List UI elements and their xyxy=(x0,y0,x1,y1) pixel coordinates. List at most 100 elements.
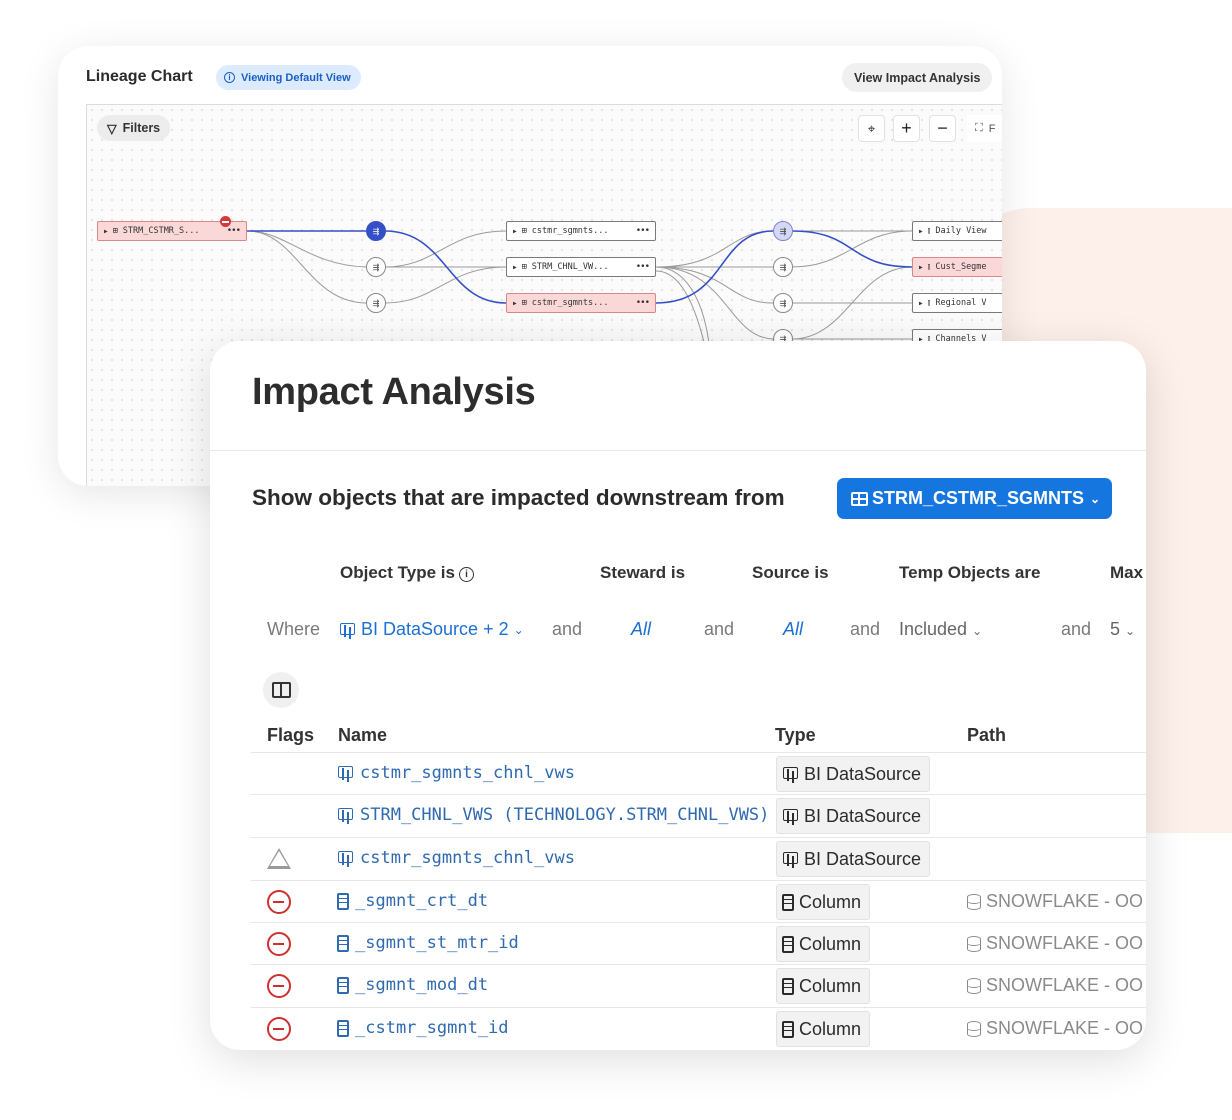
temp-objects-dropdown[interactable]: Included ⌄ xyxy=(899,619,982,640)
source-dropdown[interactable]: All xyxy=(783,619,803,640)
type-chip: BI DataSource xyxy=(776,798,931,834)
column-icon xyxy=(782,935,794,953)
type-chip: Column xyxy=(776,884,871,920)
table-header-path[interactable]: Path xyxy=(967,725,1006,746)
column-layout-button[interactable] xyxy=(263,672,299,708)
column-icon xyxy=(782,893,794,911)
process-node-4[interactable]: ⇶ xyxy=(773,221,793,241)
table-row[interactable]: _cstmr_sgmnt_id Column SNOWFLAKE - OO xyxy=(251,1007,1146,1049)
table-header-type[interactable]: Type xyxy=(775,725,816,746)
table-row[interactable]: _sgmnt_mod_dt Column SNOWFLAKE - OO xyxy=(251,964,1146,1006)
recenter-button[interactable]: ⌖ xyxy=(858,115,885,142)
zoom-in-button[interactable]: + xyxy=(893,115,920,142)
column-icon xyxy=(337,934,349,952)
viewing-default-view-pill[interactable]: i Viewing Default View xyxy=(216,65,361,90)
columns-icon xyxy=(271,682,291,698)
more-icon[interactable]: ••• xyxy=(227,226,241,236)
column-icon xyxy=(782,977,794,995)
column-icon xyxy=(337,892,349,910)
caret-right-icon: ▶ xyxy=(919,263,923,271)
lineage-node-out-3[interactable]: ▶ ⫾ Regional V xyxy=(912,293,1002,313)
filter-and-label: and xyxy=(552,619,583,639)
warning-icon xyxy=(267,848,291,869)
object-name-link[interactable]: _cstmr_sgmnt_id xyxy=(337,1018,771,1038)
node-label: STRM_CSTMR_S... xyxy=(122,226,200,236)
process-node-3[interactable]: ⇶ xyxy=(366,293,386,313)
bi-datasource-icon xyxy=(337,850,354,866)
process-node-2[interactable]: ⇶ xyxy=(366,257,386,277)
chevron-down-icon: ⌄ xyxy=(513,622,524,637)
table-row[interactable]: cstmr_sgmnts_chnl_vws BI DataSource xyxy=(251,837,1146,879)
object-name: _sgmnt_st_mtr_id xyxy=(355,933,519,953)
node-label: cstmr_sgmnts... xyxy=(531,298,609,308)
database-icon xyxy=(967,893,981,910)
temp-objects-value: Included xyxy=(899,619,968,639)
filter-header-label: Object Type is xyxy=(340,563,455,582)
process-node-5[interactable]: ⇶ xyxy=(773,257,793,277)
datasource-icon: ⊞ xyxy=(521,298,527,308)
lineage-node-out-1[interactable]: ▶ ⫾ Daily View xyxy=(912,221,1002,241)
fullscreen-button[interactable]: ⛶ F xyxy=(967,115,1002,142)
view-impact-analysis-button[interactable]: View Impact Analysis xyxy=(842,63,993,92)
filter-and-label: and xyxy=(1061,619,1092,639)
object-name-link[interactable]: _sgmnt_crt_dt xyxy=(337,891,771,911)
lineage-node-out-2[interactable]: ▶ ⫾ Cust_Segme xyxy=(912,257,1002,277)
max-depth-value: 5 xyxy=(1110,619,1121,639)
view-pill-label: Viewing Default View xyxy=(241,71,351,84)
filters-button[interactable]: ▽ Filters xyxy=(97,115,171,141)
node-label: Cust_Segme xyxy=(935,262,987,272)
lineage-node-mid-2[interactable]: ▶ ⊞ STRM_CHNL_VW... ••• xyxy=(506,257,656,277)
steward-dropdown[interactable]: All xyxy=(631,619,651,640)
table-row[interactable]: _sgmnt_st_mtr_id Column SNOWFLAKE - OO xyxy=(251,922,1146,964)
object-name-link[interactable]: cstmr_sgmnts_chnl_vws xyxy=(337,763,771,783)
impact-title: Impact Analysis xyxy=(252,371,536,413)
object-name: STRM_CHNL_VWS (TECHNOLOGY.STRM_CHNL_VWS) xyxy=(360,805,770,825)
caret-right-icon: ▶ xyxy=(513,299,517,307)
caret-right-icon: ▶ xyxy=(513,227,517,235)
max-depth-dropdown[interactable]: 5 ⌄ xyxy=(1110,619,1135,640)
object-name-link[interactable]: STRM_CHNL_VWS (TECHNOLOGY.STRM_CHNL_VWS) xyxy=(337,805,771,825)
object-name-link[interactable]: _sgmnt_mod_dt xyxy=(337,975,771,995)
marketing-stage: Lineage Chart i Viewing Default View Vie… xyxy=(0,0,1232,1120)
bi-datasource-icon xyxy=(337,807,354,823)
chart-icon: ⫾ xyxy=(927,262,931,272)
header-divider xyxy=(210,450,1146,451)
more-icon[interactable]: ••• xyxy=(636,226,650,236)
object-type-dropdown[interactable]: BI DataSource + 2 ⌄ xyxy=(339,619,524,640)
object-name-link[interactable]: cstmr_sgmnts_chnl_vws xyxy=(337,848,771,868)
type-chip: BI DataSource xyxy=(776,841,931,877)
zoom-out-button[interactable]: − xyxy=(929,115,956,142)
filter-header-source: Source is xyxy=(752,563,829,582)
filter-header-steward: Steward is xyxy=(600,563,686,582)
info-icon: i xyxy=(224,72,235,83)
table-row[interactable]: _sgmnt_crt_dt Column SNOWFLAKE - OO xyxy=(251,880,1146,922)
object-name-link[interactable]: _sgmnt_st_mtr_id xyxy=(337,933,771,953)
expand-icon: ⛶ xyxy=(975,122,983,134)
lineage-node-mid-3[interactable]: ▶ ⊞ cstmr_sgmnts... ••• xyxy=(506,293,656,313)
lineage-node-mid-1[interactable]: ▶ ⊞ cstmr_sgmnts... ••• xyxy=(506,221,656,241)
type-label: Column xyxy=(799,891,862,912)
process-node-1[interactable]: ⇶ xyxy=(366,221,386,241)
filter-and-label: and xyxy=(704,619,735,639)
more-icon[interactable]: ••• xyxy=(636,298,650,308)
table-header-name[interactable]: Name xyxy=(338,725,387,746)
table-row[interactable]: STRM_CHNL_VWS (TECHNOLOGY.STRM_CHNL_VWS)… xyxy=(251,794,1146,836)
type-label: BI DataSource xyxy=(804,848,922,869)
type-label: BI DataSource xyxy=(804,763,922,784)
object-type-value: BI DataSource + 2 xyxy=(361,619,509,639)
deleted-flag-icon xyxy=(267,974,291,998)
plus-icon: + xyxy=(901,118,912,138)
type-label: Column xyxy=(799,1018,862,1039)
filter-header-object-type: Object Type is i xyxy=(340,563,474,583)
more-icon[interactable]: ••• xyxy=(636,262,650,272)
table-row[interactable]: cstmr_sgmnts_chnl_vws BI DataSource xyxy=(251,752,1146,794)
source-object-selector[interactable]: STRM_CSTMR_SGMNTS ⌄ xyxy=(837,478,1113,519)
impact-description: Show objects that are impacted downstrea… xyxy=(252,485,785,510)
process-node-6[interactable]: ⇶ xyxy=(773,293,793,313)
info-icon[interactable]: i xyxy=(458,567,474,582)
table-icon: ⊞ xyxy=(112,226,118,236)
object-name: _sgmnt_mod_dt xyxy=(355,975,489,995)
filter-header-temp-objects: Temp Objects are xyxy=(899,563,1041,582)
node-label: cstmr_sgmnts... xyxy=(531,226,609,236)
table-icon xyxy=(851,491,868,506)
